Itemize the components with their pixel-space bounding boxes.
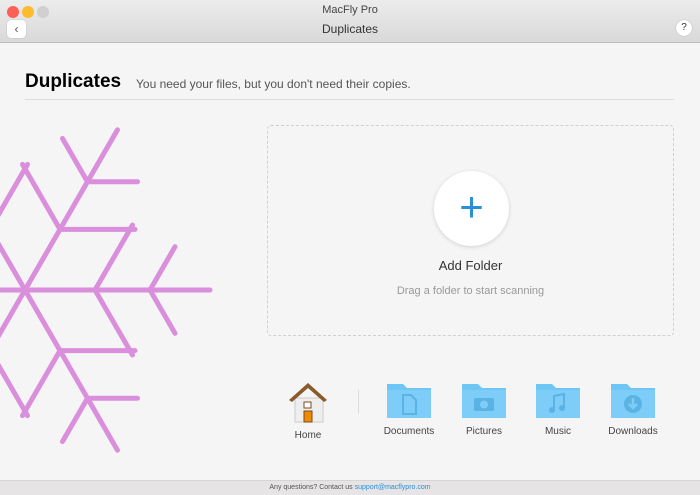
footer-text: Any questions? Contact us xyxy=(269,484,353,491)
snowflake-stroke xyxy=(20,348,63,419)
drop-hint: Drag a folder to start scanning xyxy=(396,285,545,297)
location-downloads[interactable]: Downloads xyxy=(593,380,673,437)
separator xyxy=(358,390,359,414)
snowflake-illustration xyxy=(0,127,213,453)
add-folder-label: Add Folder xyxy=(438,258,503,273)
footer: Any questions? Contact us support@macfly… xyxy=(0,480,700,495)
location-label: Documents xyxy=(383,426,435,437)
nav-title: Duplicates xyxy=(321,22,379,36)
snowflake-stroke xyxy=(147,287,178,336)
location-label: Music xyxy=(544,426,572,437)
location-pictures[interactable]: Pictures xyxy=(444,380,524,437)
location-music[interactable]: Music xyxy=(518,380,598,437)
page-subtitle: You need your files, but you don't need … xyxy=(136,77,411,91)
snowflake-stroke xyxy=(60,135,90,185)
help-button[interactable]: ? xyxy=(676,20,692,36)
support-email-link[interactable]: support@macflypro.com xyxy=(355,484,431,491)
documents-folder-icon xyxy=(387,384,431,418)
title-bar: MacFly Pro Duplicates ‹ ? xyxy=(0,0,700,43)
snowflake-stroke xyxy=(20,161,63,232)
drop-zone[interactable]: + Add Folder Drag a folder to start scan… xyxy=(267,125,674,336)
snowflake-stroke xyxy=(0,161,30,218)
add-folder-button[interactable]: + xyxy=(434,171,509,246)
location-home[interactable]: Home xyxy=(268,380,348,441)
back-button[interactable]: ‹ xyxy=(7,20,26,38)
music-folder-icon xyxy=(536,384,580,418)
page-title: Duplicates xyxy=(25,71,122,92)
downloads-folder-icon xyxy=(611,384,655,418)
snowflake-stroke xyxy=(60,395,90,445)
location-documents[interactable]: Documents xyxy=(369,380,449,437)
snowflake-stroke xyxy=(92,287,135,358)
snowflake-stroke xyxy=(147,244,178,293)
snowflake-stroke xyxy=(0,362,30,419)
home-icon xyxy=(289,383,327,423)
location-label: Downloads xyxy=(608,426,658,437)
app-title: MacFly Pro xyxy=(322,4,378,16)
location-label: Home xyxy=(294,430,322,441)
pictures-folder-icon xyxy=(462,384,506,418)
location-label: Pictures xyxy=(465,426,503,437)
snowflake-stroke xyxy=(92,222,135,293)
